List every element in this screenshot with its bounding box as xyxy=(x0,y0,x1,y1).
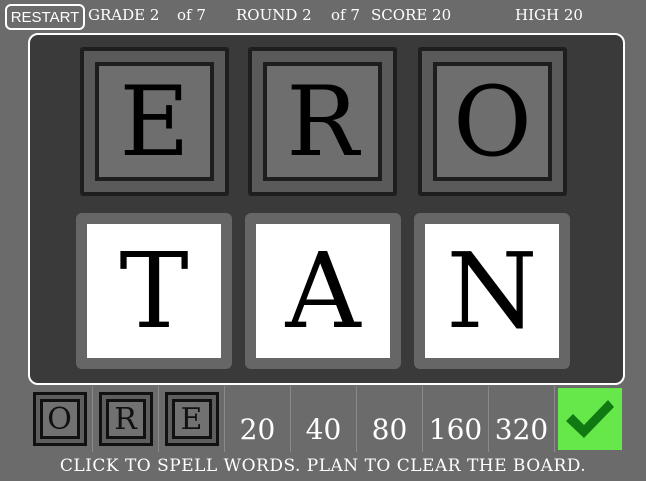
tray-letter: E xyxy=(171,399,212,439)
tile-letter: R xyxy=(263,62,382,181)
tray-slot[interactable]: R xyxy=(93,386,159,452)
slot-score-value: 160 xyxy=(428,413,483,446)
board-tile[interactable]: T xyxy=(76,213,232,369)
grade-total: of 7 xyxy=(177,6,206,24)
tray-letter: O xyxy=(39,399,80,439)
top-bar: RESTART GRADE 2 of 7 ROUND 2 of 7 SCORE … xyxy=(0,0,646,32)
submit-word-button[interactable] xyxy=(558,388,622,450)
restart-button[interactable]: RESTART xyxy=(5,4,85,30)
slot-score-value: 40 xyxy=(305,413,342,446)
tile-letter: E xyxy=(95,62,214,181)
tray-slot[interactable]: E xyxy=(159,386,225,452)
tray-tile: O xyxy=(32,392,87,446)
tray-score-slot: 160 xyxy=(423,386,489,452)
word-tray: O R E 20 40 80 160 320 xyxy=(27,386,623,452)
board-tile[interactable]: N xyxy=(414,213,570,369)
slot-score-value: 320 xyxy=(494,413,549,446)
tray-score-slot: 40 xyxy=(291,386,357,452)
tile-letter: O xyxy=(433,62,552,181)
slot-score-value: 20 xyxy=(239,413,276,446)
tray-tile: R xyxy=(98,392,153,446)
board-tile[interactable]: A xyxy=(245,213,401,369)
tray-score-slot: 20 xyxy=(225,386,291,452)
tray-score-slot: 80 xyxy=(357,386,423,452)
high-score-label: HIGH 20 xyxy=(515,6,583,24)
tile-letter: N xyxy=(425,224,559,358)
board-tile-dim: R xyxy=(248,47,397,196)
tile-letter: A xyxy=(256,224,390,358)
round-label: ROUND 2 xyxy=(236,6,312,24)
grade-label: GRADE 2 xyxy=(88,6,160,24)
slot-score-value: 80 xyxy=(371,413,408,446)
round-total: of 7 xyxy=(331,6,360,24)
game-board: E R O T A N xyxy=(28,33,625,385)
tile-letter: T xyxy=(87,224,221,358)
tray-slot[interactable]: O xyxy=(27,386,93,452)
tray-tile: E xyxy=(164,392,219,446)
instructions-text: CLICK TO SPELL WORDS. PLAN TO CLEAR THE … xyxy=(59,456,587,476)
score-label: SCORE 20 xyxy=(371,6,452,24)
board-tile-dim: O xyxy=(418,47,567,196)
tray-score-slot: 320 xyxy=(489,386,555,452)
tray-letter: R xyxy=(105,399,146,439)
checkmark-icon xyxy=(566,400,614,438)
board-tile-dim: E xyxy=(80,47,229,196)
